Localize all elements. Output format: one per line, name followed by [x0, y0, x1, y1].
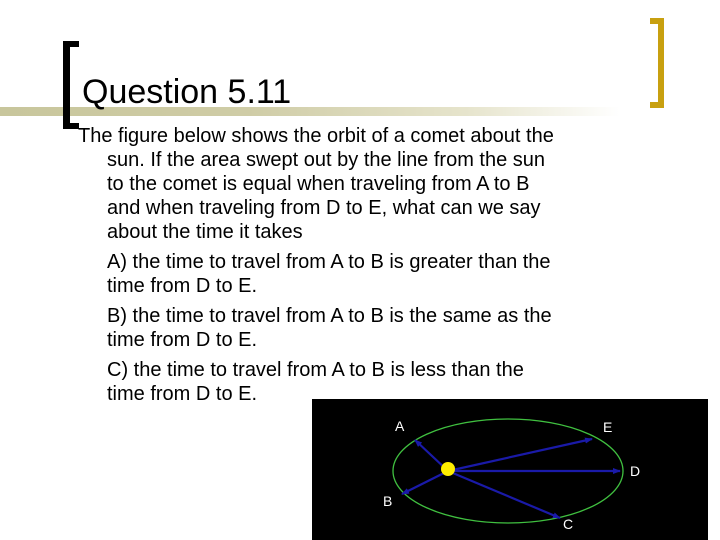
point-label-a: A [395, 418, 405, 434]
option-line: A) the time to travel from A to B is gre… [107, 251, 551, 273]
slide-title: Question 5.11 [82, 73, 292, 111]
option-line: B) the time to travel from A to B is the… [107, 305, 552, 327]
option-line: C) the time to travel from A to B is les… [107, 359, 524, 381]
vector-to-b [401, 470, 449, 495]
question-stem: The figure below shows the orbit of a co… [78, 124, 688, 244]
stem-line: The figure below shows the orbit of a co… [78, 125, 554, 147]
orbit-diagram: A B C D E [383, 418, 640, 532]
point-label-b: B [383, 493, 392, 509]
right-bracket-decoration [658, 18, 664, 108]
stem-line: about the time it takes [107, 221, 303, 243]
option-line: time from D to E. [107, 275, 258, 297]
point-label-d: D [630, 463, 640, 479]
left-bracket-top [63, 41, 79, 47]
point-label-e: E [603, 419, 612, 435]
right-bracket-bottom [650, 102, 664, 108]
question-body: The figure below shows the orbit of a co… [78, 124, 688, 406]
left-bracket-bottom [63, 123, 79, 129]
option-line: time from D to E. [107, 329, 258, 351]
answer-option-a: A) the time to travel from A to B is gre… [78, 250, 688, 298]
vector-to-e [447, 437, 593, 473]
answer-option-b: B) the time to travel from A to B is the… [78, 304, 688, 352]
comet-orbit-figure: A B C D E [312, 399, 708, 540]
vector-to-c [447, 469, 561, 520]
stem-line: to the comet is equal when traveling fro… [107, 173, 530, 195]
right-bracket-top [650, 18, 664, 24]
stem-line: sun. If the area swept out by the line f… [107, 149, 546, 171]
sun-icon [441, 462, 455, 476]
stem-line: and when traveling from D to E, what can… [107, 197, 541, 219]
left-bracket-decoration [63, 41, 70, 129]
point-label-c: C [563, 516, 573, 532]
